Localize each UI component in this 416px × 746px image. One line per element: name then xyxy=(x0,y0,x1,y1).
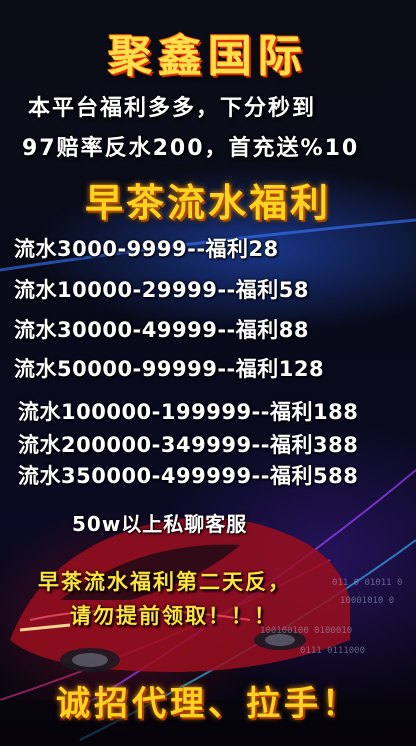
tier-row: 流水3000-9999--福利28 xyxy=(14,237,279,261)
promo-poster: 011 0 01011 0 10001010 0 100100100 01000… xyxy=(0,0,416,746)
contact-note: 50w以上私聊客服 xyxy=(72,512,248,536)
intro-line-1: 本平台福利多多，下分秒到 xyxy=(28,96,317,121)
tier-row: 流水350000-499999--福利588 xyxy=(18,464,359,488)
notice-line-1: 早茶流水福利第二天反， xyxy=(38,570,291,594)
recruit-footer: 诚招代理、拉手！ xyxy=(56,684,360,724)
binary-decor-text: 10001010 0 xyxy=(340,596,395,606)
tier-row: 流水30000-49999--福利88 xyxy=(14,318,309,342)
poster-title: 聚鑫国际 xyxy=(108,31,308,82)
tier-row: 流水200000-349999--福利388 xyxy=(18,433,359,457)
binary-decor-text: 0111 0111000 xyxy=(300,646,366,656)
tier-row: 流水50000-99999--福利128 xyxy=(14,357,325,381)
binary-decor-text: 011 0 01011 0 xyxy=(332,578,403,588)
tier-row: 流水10000-29999--福利58 xyxy=(14,278,309,302)
notice-line-2: 请勿提前领取！！！ xyxy=(70,604,277,628)
tier-row: 流水100000-199999--福利188 xyxy=(18,400,359,424)
section-heading: 早茶流水福利 xyxy=(84,181,331,225)
intro-line-2: 97赔率反水200，首充送%10 xyxy=(22,136,360,161)
